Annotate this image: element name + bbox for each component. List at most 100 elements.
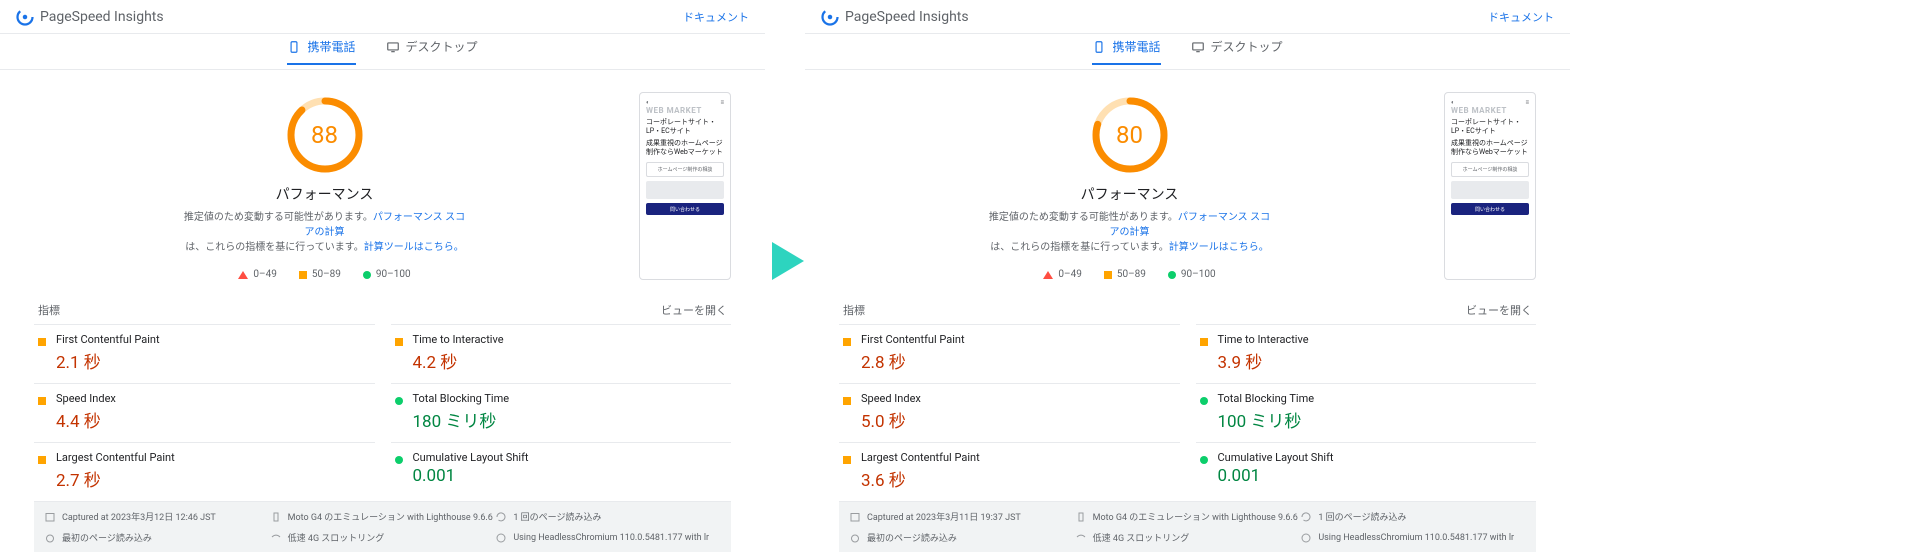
calendar-icon [849, 511, 861, 523]
perf-title: パフォーマンス [1081, 184, 1179, 204]
score-block: 88 パフォーマンス 推定値のため変動する可能性があります。パフォーマンス スコ… [34, 88, 615, 280]
metric-value: 2.7 秒 [56, 466, 175, 491]
circle-icon [1168, 271, 1176, 279]
reload-icon [1300, 511, 1312, 523]
docs-link[interactable]: ドキュメント [683, 9, 749, 25]
metric-indicator [395, 456, 403, 464]
metric-indicator [1200, 397, 1208, 405]
metric-name: First Contentful Paint [861, 333, 965, 346]
metric-value: 3.9 秒 [1218, 348, 1309, 373]
metrics-label: 指標 [843, 302, 865, 318]
metric-indicator [1200, 456, 1208, 464]
metric-tbt: Total Blocking Time 100 ミリ秒 [1196, 383, 1537, 442]
metric-tti: Time to Interactive 3.9 秒 [1196, 324, 1537, 383]
metric-name: Largest Contentful Paint [56, 451, 175, 464]
timer-icon [44, 532, 56, 544]
score-value: 80 [1091, 96, 1169, 174]
hamburger-icon: ≡ [1525, 99, 1529, 106]
desktop-icon [1191, 40, 1205, 54]
metric-lcp: Largest Contentful Paint 2.7 秒 [34, 442, 375, 501]
hamburger-icon: ≡ [720, 99, 724, 106]
metric-lcp: Largest Contentful Paint 3.6 秒 [839, 442, 1180, 501]
metric-name: Cumulative Layout Shift [413, 451, 529, 464]
environment-info: Captured at 2023年3月11日 19:37 JST Moto G4… [839, 501, 1536, 552]
perf-tool-link[interactable]: 計算ツールはこちら。 [1169, 242, 1269, 253]
metric-value: 180 ミリ秒 [413, 407, 510, 432]
expand-view-link[interactable]: ビューを開く [1466, 302, 1532, 318]
metric-fcp: First Contentful Paint 2.8 秒 [839, 324, 1180, 383]
square-icon [1104, 271, 1112, 279]
metric-value: 2.8 秒 [861, 348, 965, 373]
metric-value: 0.001 [413, 466, 529, 486]
metric-cls: Cumulative Layout Shift 0.001 [1196, 442, 1537, 501]
metric-name: Speed Index [861, 392, 921, 405]
device-tabs: 携帯電話 デスクトップ [805, 34, 1570, 70]
metric-indicator [38, 456, 46, 464]
environment-info: Captured at 2023年3月12日 12:46 JST Moto G4… [34, 501, 731, 552]
brand[interactable]: PageSpeed Insights [16, 8, 164, 26]
expand-view-link[interactable]: ビューを開く [661, 302, 727, 318]
metrics-label: 指標 [38, 302, 60, 318]
mobile-icon [1092, 40, 1106, 54]
metric-name: Total Blocking Time [1218, 392, 1315, 405]
docs-link[interactable]: ドキュメント [1488, 9, 1554, 25]
page-preview: ◐≡ WEB MARKET コーポレートサイト・LP・ECサイト 成果重視のホー… [639, 92, 731, 280]
app-header: PageSpeed Insights ドキュメント [805, 0, 1570, 34]
metric-si: Speed Index 5.0 秒 [839, 383, 1180, 442]
tab-label: デスクトップ [1211, 38, 1283, 55]
perf-title: パフォーマンス [276, 184, 374, 204]
metric-value: 4.2 秒 [413, 348, 504, 373]
metric-indicator [1200, 338, 1208, 346]
device-tabs: 携帯電話 デスクトップ [0, 34, 765, 70]
triangle-icon [238, 271, 248, 279]
score-value: 88 [286, 96, 364, 174]
metric-value: 0.001 [1218, 466, 1334, 486]
tab-desktop[interactable]: デスクトップ [1191, 38, 1283, 65]
app-header: PageSpeed Insights ドキュメント [0, 0, 765, 34]
metric-fcp: First Contentful Paint 2.1 秒 [34, 324, 375, 383]
device-icon [1075, 511, 1087, 523]
calendar-icon [44, 511, 56, 523]
app-title: PageSpeed Insights [40, 9, 164, 25]
reload-icon [495, 511, 507, 523]
score-legend: 0–49 50–89 90–100 [238, 269, 410, 280]
perf-desc: 推定値のため変動する可能性があります。パフォーマンス スコアの計算 は、これらの… [985, 210, 1275, 255]
score-block: 80 パフォーマンス 推定値のため変動する可能性があります。パフォーマンス スコ… [839, 88, 1420, 280]
metric-cls: Cumulative Layout Shift 0.001 [391, 442, 732, 501]
circle-icon [363, 271, 371, 279]
metric-indicator [38, 338, 46, 346]
metric-indicator [395, 397, 403, 405]
pagespeed-logo-icon [821, 8, 839, 26]
wifi-icon [1075, 532, 1087, 544]
metric-name: Speed Index [56, 392, 116, 405]
metric-name: Largest Contentful Paint [861, 451, 980, 464]
wifi-icon [270, 532, 282, 544]
metric-indicator [843, 456, 851, 464]
score-gauge: 88 [286, 96, 364, 174]
globe-icon [1300, 532, 1312, 544]
comparison-arrow-icon [772, 242, 804, 280]
perf-desc: 推定値のため変動する可能性があります。パフォーマンス スコアの計算 は、これらの… [180, 210, 470, 255]
metric-value: 4.4 秒 [56, 407, 116, 432]
tab-label: 携帯電話 [307, 38, 355, 55]
metric-name: Time to Interactive [413, 333, 504, 346]
metrics-grid: First Contentful Paint 2.1 秒 Time to Int… [34, 324, 731, 501]
brand[interactable]: PageSpeed Insights [821, 8, 969, 26]
metric-name: First Contentful Paint [56, 333, 160, 346]
timer-icon [849, 532, 861, 544]
metric-tti: Time to Interactive 4.2 秒 [391, 324, 732, 383]
page-preview: ◐≡ WEB MARKET コーポレートサイト・LP・ECサイト 成果重視のホー… [1444, 92, 1536, 280]
metric-name: Total Blocking Time [413, 392, 510, 405]
tab-desktop[interactable]: デスクトップ [386, 38, 478, 65]
tab-mobile[interactable]: 携帯電話 [1092, 38, 1160, 65]
tab-mobile[interactable]: 携帯電話 [287, 38, 355, 65]
mobile-icon [287, 40, 301, 54]
score-gauge: 80 [1091, 96, 1169, 174]
desktop-icon [386, 40, 400, 54]
pagespeed-logo-icon [16, 8, 34, 26]
app-title: PageSpeed Insights [845, 9, 969, 25]
perf-tool-link[interactable]: 計算ツールはこちら。 [364, 242, 464, 253]
tab-label: 携帯電話 [1112, 38, 1160, 55]
metrics-grid: First Contentful Paint 2.8 秒 Time to Int… [839, 324, 1536, 501]
metric-value: 5.0 秒 [861, 407, 921, 432]
